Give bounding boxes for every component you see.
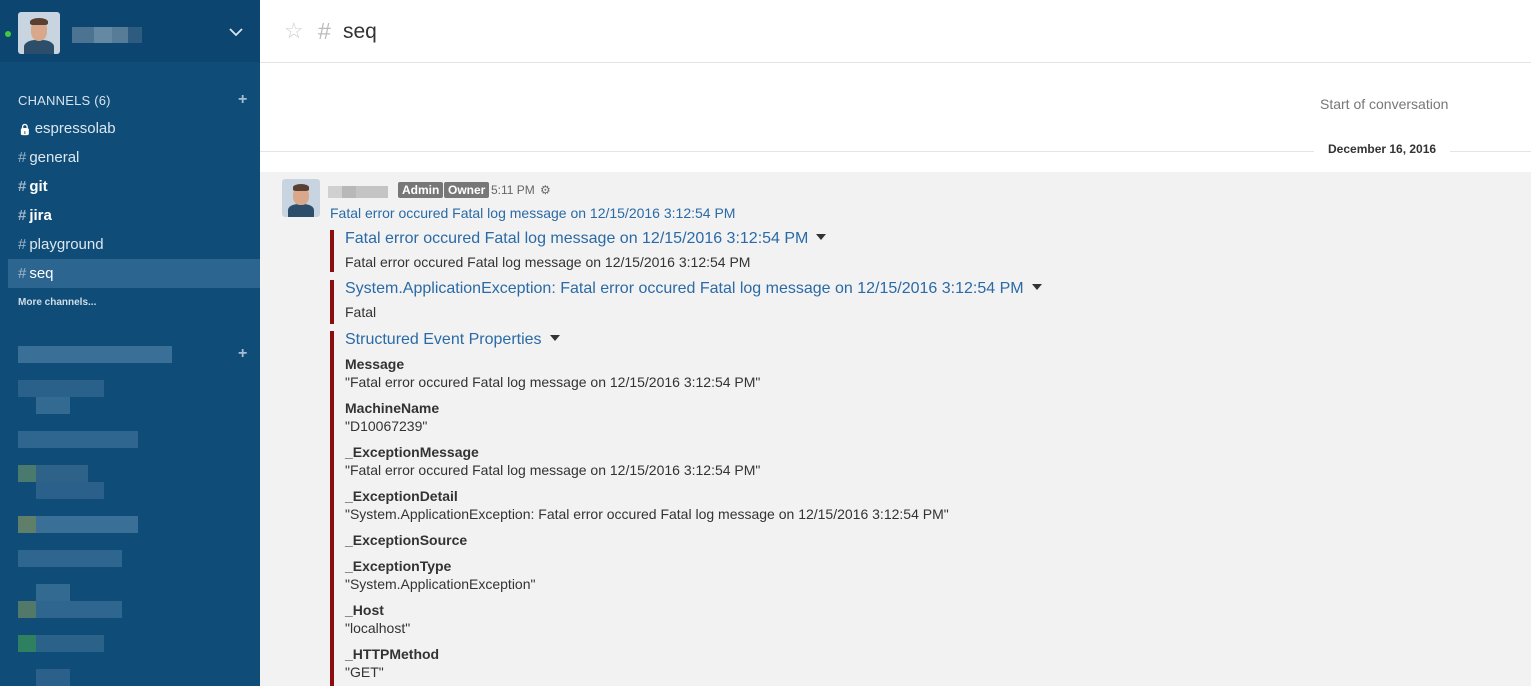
- caret-down-icon[interactable]: [549, 334, 560, 341]
- attachment-text: Fatal error occured Fatal log message on…: [345, 254, 751, 270]
- sidebar-item-label: general: [29, 149, 80, 166]
- post-time[interactable]: 5:11 PM: [491, 183, 535, 197]
- property-name: MachineName: [345, 400, 440, 416]
- sidebar-item-label: playground: [29, 236, 104, 253]
- gear-icon[interactable]: ⚙: [540, 183, 551, 197]
- add-channel-icon[interactable]: +: [238, 91, 247, 109]
- sidebar-item-git[interactable]: # git: [8, 172, 260, 201]
- sidebar-item-label: seq: [29, 265, 54, 282]
- sidebar-item-espressolab[interactable]: 🔒 espressolab: [8, 114, 260, 143]
- hash-icon: #: [18, 178, 27, 195]
- more-channels-link[interactable]: More channels...: [18, 297, 96, 308]
- online-status-icon: [5, 31, 11, 37]
- attachment-title[interactable]: Fatal error occured Fatal log message on…: [345, 230, 827, 248]
- user-avatar[interactable]: [18, 12, 60, 54]
- post: Admin Owner 5:11 PM ⚙ Fatal error occure…: [260, 172, 1531, 686]
- sidebar-item-label: git: [29, 178, 48, 195]
- sidebar: CHANNELS (6) + 🔒 espressolab # general # git #…: [0, 0, 260, 686]
- sidebar-item-label: jira: [29, 207, 52, 224]
- hash-icon: #: [18, 207, 27, 224]
- attachment-title[interactable]: System.ApplicationException: Fatal error…: [345, 280, 1042, 298]
- property-value: "D10067239": [345, 418, 428, 434]
- channel-title[interactable]: seq: [343, 20, 377, 44]
- sidebar-item-label: espressolab: [34, 120, 116, 137]
- post-avatar[interactable]: [282, 179, 320, 217]
- property-field: MachineName "D10067239": [345, 399, 949, 435]
- property-field: Message "Fatal error occured Fatal log me…: [345, 355, 949, 391]
- property-field: _ExceptionType "System.ApplicationExcepti…: [345, 557, 949, 593]
- field-list: Message "Fatal error occured Fatal log me…: [345, 355, 949, 681]
- property-name: Message: [345, 356, 405, 372]
- hash-icon: #: [318, 18, 331, 44]
- owner-badge: Owner: [444, 182, 490, 198]
- attachment-text: Fatal: [345, 304, 377, 320]
- property-value: "System.ApplicationException": [345, 576, 536, 592]
- attachment: Fatal error occured Fatal log message on…: [330, 230, 827, 272]
- sidebar-item-seq[interactable]: # seq: [8, 259, 260, 288]
- sidebar-item-general[interactable]: # general: [8, 143, 260, 172]
- channel-header: ☆ # seq: [260, 2, 1531, 63]
- caret-down-icon[interactable]: [1031, 283, 1042, 290]
- hash-icon: #: [18, 265, 27, 282]
- property-field: _Host "localhost": [345, 601, 949, 637]
- property-name: _ExceptionMessage: [345, 444, 479, 460]
- property-value: "GET": [345, 664, 384, 680]
- sidebar-item-jira[interactable]: # jira: [8, 201, 260, 230]
- attachment-title[interactable]: Structured Event Properties: [345, 331, 949, 349]
- property-value: "System.ApplicationException: Fatal erro…: [345, 506, 949, 522]
- post-author-redacted[interactable]: [328, 185, 388, 198]
- attachment: System.ApplicationException: Fatal error…: [330, 280, 1042, 324]
- main-panel: ☆ # seq Start of conversation December 1…: [260, 0, 1531, 686]
- admin-badge: Admin: [398, 182, 444, 198]
- lock-icon: 🔒: [18, 124, 32, 136]
- add-direct-message-icon[interactable]: +: [238, 345, 247, 363]
- property-field: _ExceptionSource: [345, 531, 949, 549]
- chevron-down-icon[interactable]: [229, 25, 243, 39]
- property-field: _ExceptionDetail "System.ApplicationExcep…: [345, 487, 949, 523]
- post-message: Fatal error occured Fatal log message on…: [330, 205, 736, 221]
- date-separator: December 16, 2016: [1314, 142, 1451, 156]
- caret-down-icon[interactable]: [816, 233, 827, 240]
- team-header[interactable]: [0, 0, 260, 62]
- start-of-conversation: Start of conversation: [1320, 96, 1449, 112]
- property-field: _HTTPMethod "GET": [345, 645, 949, 681]
- property-name: _ExceptionSource: [345, 532, 468, 548]
- username-redacted: [72, 27, 142, 43]
- property-field: _ExceptionMessage "Fatal error occured Fa…: [345, 443, 949, 479]
- structured-properties-attachment: Structured Event Properties Message "Fata…: [330, 331, 949, 686]
- channels-header[interactable]: CHANNELS (6): [18, 93, 111, 108]
- property-name: _Host: [345, 602, 384, 618]
- hash-icon: #: [18, 236, 27, 253]
- property-name: _ExceptionDetail: [345, 488, 458, 504]
- star-icon[interactable]: ☆: [284, 20, 304, 42]
- hash-icon: #: [18, 149, 27, 166]
- property-name: _HTTPMethod: [345, 646, 440, 662]
- sidebar-item-playground[interactable]: # playground: [8, 230, 260, 259]
- property-name: _ExceptionType: [345, 558, 452, 574]
- property-value: "Fatal error occured Fatal log message o…: [345, 462, 761, 478]
- property-value: "Fatal error occured Fatal log message o…: [345, 374, 761, 390]
- property-value: "localhost": [345, 620, 411, 636]
